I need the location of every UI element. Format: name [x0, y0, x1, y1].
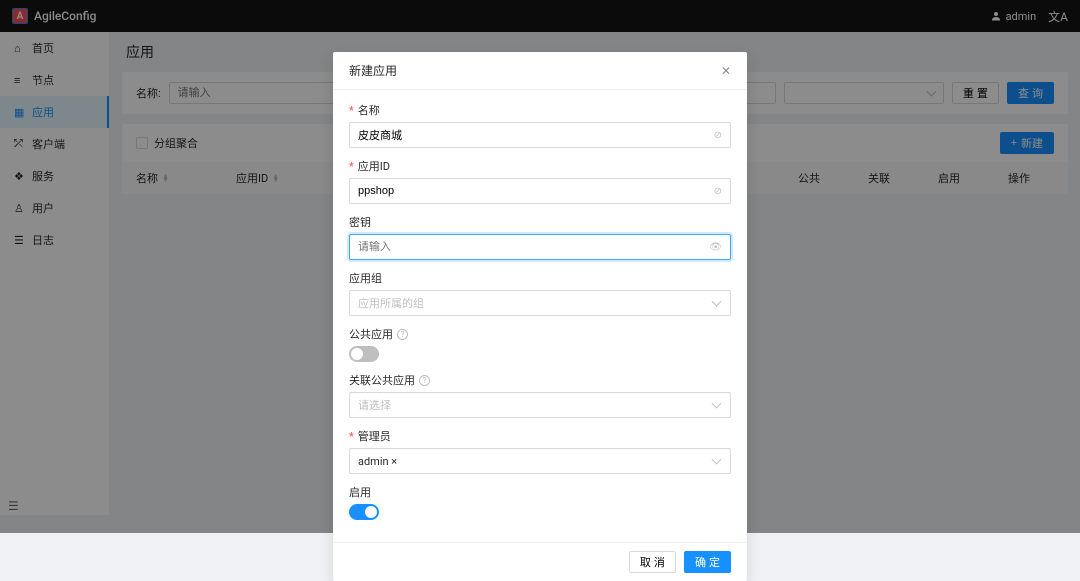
name-input[interactable]: [358, 129, 714, 141]
enable-switch[interactable]: [349, 504, 379, 520]
enable-label: 启用: [349, 484, 731, 500]
name-label: 名称: [349, 102, 731, 118]
close-icon[interactable]: ✕: [721, 64, 731, 78]
group-label: 应用组: [349, 270, 731, 286]
name-input-wrap: ⊘: [349, 122, 731, 148]
form-item-secret: 密钥 👁: [349, 214, 731, 260]
new-app-modal: 新建应用 ✕ 名称 ⊘ 应用ID ⊘ 密钥 👁 应用组: [333, 52, 747, 581]
form-item-related: 关联公共应用? 请选择: [349, 372, 731, 418]
help-icon[interactable]: ?: [397, 329, 408, 340]
clear-icon[interactable]: ⊘: [714, 186, 722, 197]
modal-header: 新建应用 ✕: [333, 52, 747, 90]
ok-button[interactable]: 确 定: [684, 551, 731, 573]
secret-input[interactable]: [358, 241, 709, 253]
public-switch[interactable]: [349, 346, 379, 362]
modal-footer: 取 消 确 定: [333, 542, 747, 581]
form-item-public: 公共应用?: [349, 326, 731, 362]
appid-input[interactable]: [358, 185, 714, 197]
help-icon[interactable]: ?: [419, 375, 430, 386]
secret-input-wrap: 👁: [349, 234, 731, 260]
related-select[interactable]: 请选择: [349, 392, 731, 418]
admin-select[interactable]: admin ×: [349, 448, 731, 474]
public-label: 公共应用?: [349, 326, 731, 342]
form-item-name: 名称 ⊘: [349, 102, 731, 148]
appid-input-wrap: ⊘: [349, 178, 731, 204]
form-item-admin: 管理员 admin ×: [349, 428, 731, 474]
form-item-appid: 应用ID ⊘: [349, 158, 731, 204]
secret-label: 密钥: [349, 214, 731, 230]
modal-title: 新建应用: [349, 62, 397, 79]
form-item-group: 应用组 应用所属的组: [349, 270, 731, 316]
eye-invisible-icon[interactable]: 👁: [709, 242, 722, 253]
appid-label: 应用ID: [349, 158, 731, 174]
group-select[interactable]: 应用所属的组: [349, 290, 731, 316]
related-label: 关联公共应用?: [349, 372, 731, 388]
form-item-enable: 启用: [349, 484, 731, 520]
modal-body: 名称 ⊘ 应用ID ⊘ 密钥 👁 应用组 应用所属的组 公共应用: [333, 90, 747, 542]
admin-label: 管理员: [349, 428, 731, 444]
clear-icon[interactable]: ⊘: [714, 130, 722, 141]
cancel-button[interactable]: 取 消: [629, 551, 676, 573]
